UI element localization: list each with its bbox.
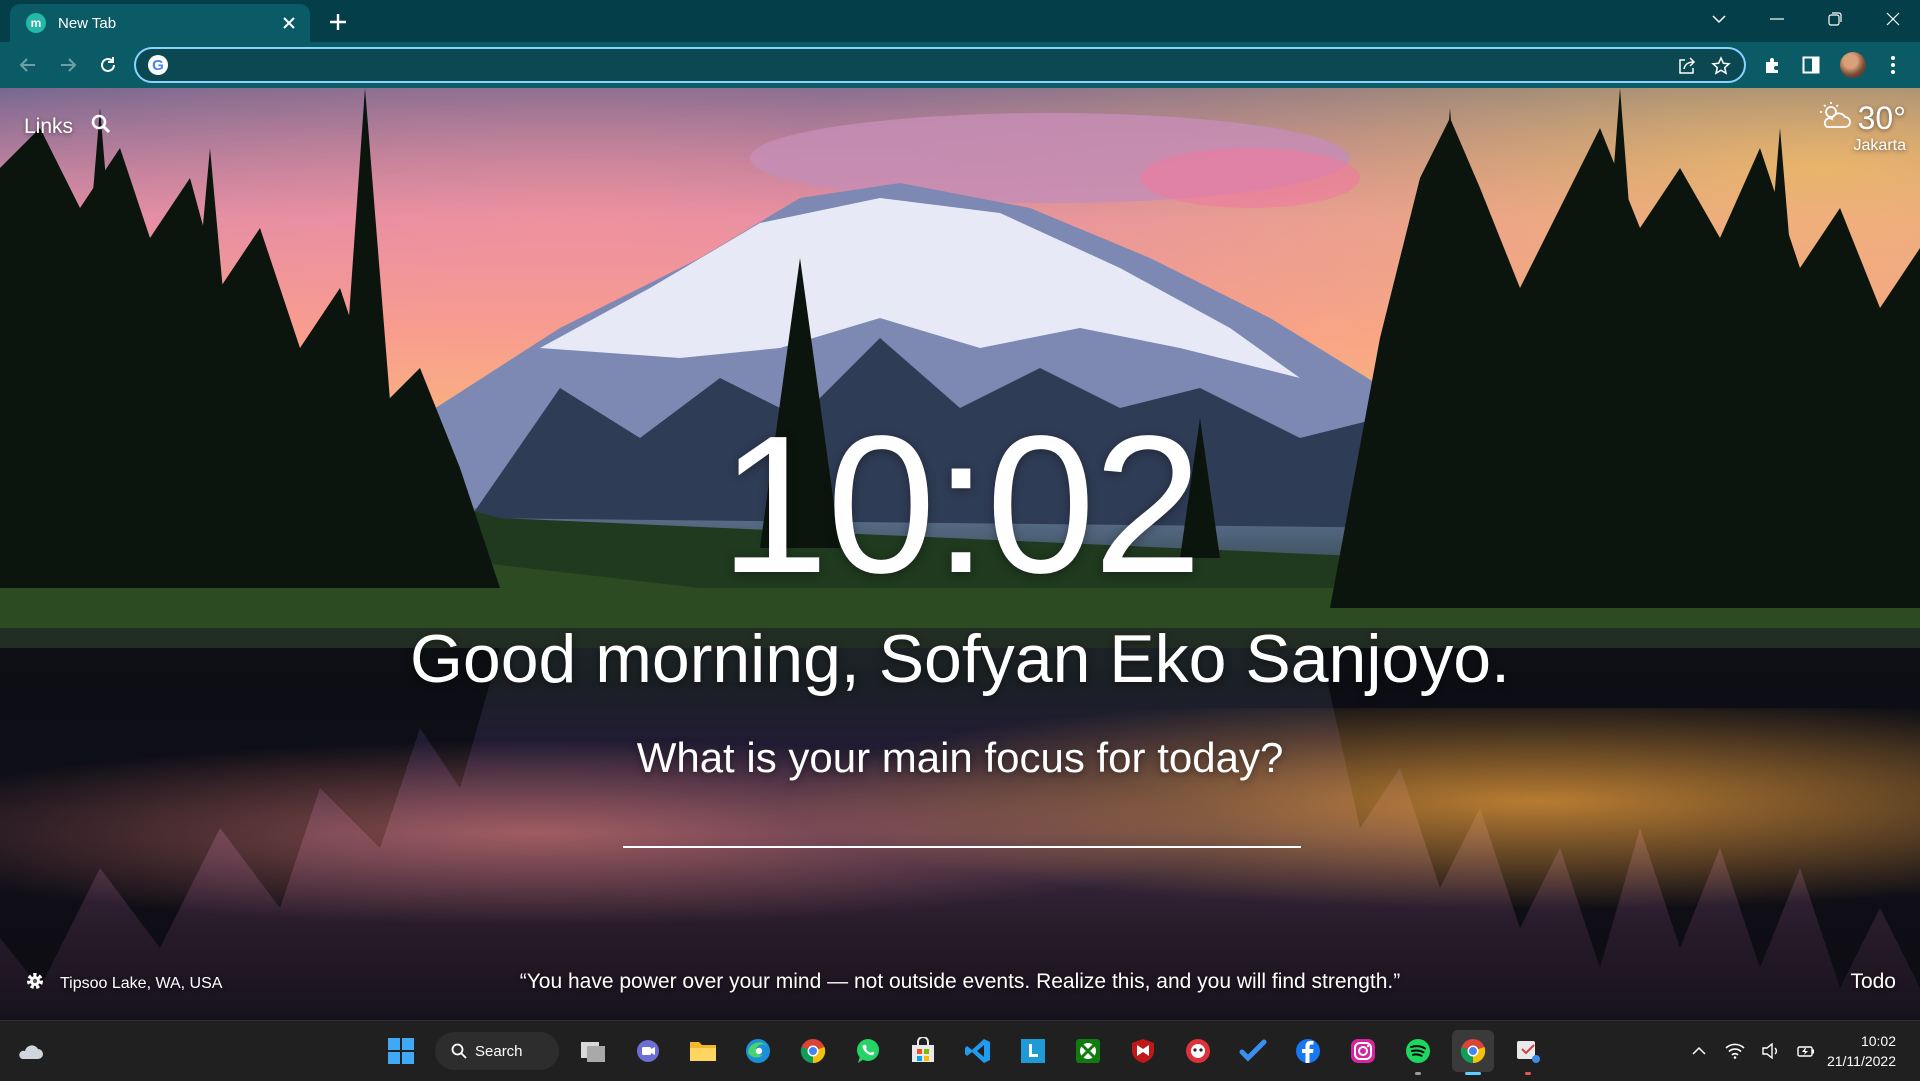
momentum-favicon-icon: m <box>26 13 46 33</box>
address-input[interactable] <box>180 53 1684 79</box>
chrome-icon[interactable] <box>792 1030 834 1072</box>
active-indicator <box>1465 1072 1481 1075</box>
extensions-puzzle-icon[interactable] <box>1758 50 1788 80</box>
spotify-icon[interactable] <box>1397 1030 1439 1075</box>
vs-code-icon[interactable] <box>957 1030 999 1072</box>
weather-widget[interactable]: 30° Jakarta <box>1818 100 1906 155</box>
xbox-icon[interactable] <box>1067 1030 1109 1072</box>
focus-input[interactable] <box>623 786 1301 848</box>
lightroom-l-icon[interactable] <box>1012 1030 1054 1072</box>
start-icon[interactable] <box>380 1030 422 1072</box>
facebook-icon[interactable] <box>1287 1030 1329 1072</box>
menu-kebab-icon[interactable] <box>1878 50 1908 80</box>
profile-avatar-button[interactable] <box>1838 50 1868 80</box>
reload-button[interactable] <box>92 49 124 81</box>
links-button[interactable]: Links <box>24 115 73 139</box>
new-tab-button[interactable] <box>322 6 354 38</box>
todo-button[interactable]: Todo <box>1850 970 1896 994</box>
file-explorer-icon[interactable] <box>682 1030 724 1072</box>
weather-temperature: 30° <box>1857 100 1906 136</box>
taskbar-search-label: Search <box>475 1042 523 1060</box>
chrome-active-icon[interactable] <box>1452 1030 1494 1075</box>
minimize-button[interactable] <box>1748 0 1806 38</box>
mcafee-shield-icon[interactable] <box>1122 1030 1164 1072</box>
taskbar-search-button[interactable]: Search <box>435 1032 559 1070</box>
clock-time: 10:02 <box>719 395 1202 614</box>
close-window-button[interactable] <box>1864 0 1920 38</box>
back-button[interactable] <box>12 49 44 81</box>
running-indicator <box>1525 1072 1531 1075</box>
taskbar-time: 10:02 <box>1860 1033 1896 1049</box>
tab-search-icon[interactable] <box>1690 0 1748 38</box>
microsoft-store-icon[interactable] <box>902 1030 944 1072</box>
microsoft-todo-icon[interactable] <box>1232 1030 1274 1072</box>
restore-button[interactable] <box>1806 0 1864 38</box>
taskbar-clock[interactable]: 10:02 21/11/2022 <box>1827 1031 1896 1071</box>
instagram-icon[interactable] <box>1342 1030 1384 1072</box>
wifi-icon[interactable] <box>1722 1038 1748 1064</box>
greeting-text: Good morning, Sofyan Eko Sanjoyo. <box>410 621 1510 697</box>
browser-toolbar: G <box>0 42 1920 88</box>
focus-question: What is your main focus for today? <box>636 734 1284 781</box>
volume-icon[interactable] <box>1758 1038 1784 1064</box>
side-panel-icon[interactable] <box>1796 50 1826 80</box>
weather-widget-icon[interactable] <box>14 1035 46 1067</box>
tab-title: New Tab <box>58 14 117 32</box>
forward-button[interactable] <box>52 49 84 81</box>
daily-quote[interactable]: “You have power over your mind — not out… <box>0 970 1920 994</box>
tab-close-icon[interactable] <box>274 8 304 38</box>
system-tray <box>1686 1021 1820 1081</box>
google-icon: G <box>148 55 168 75</box>
running-indicator <box>1415 1072 1421 1075</box>
edge-browser-icon[interactable] <box>737 1030 779 1072</box>
teams-chat-icon[interactable] <box>627 1030 669 1072</box>
search-icon[interactable] <box>91 114 111 139</box>
search-icon <box>451 1043 467 1059</box>
bookmark-star-icon[interactable] <box>1710 55 1732 77</box>
whatsapp-icon[interactable] <box>847 1030 889 1072</box>
snipping-tool-icon[interactable] <box>1507 1030 1549 1075</box>
task-view-icon[interactable] <box>572 1030 614 1072</box>
avatar <box>1840 52 1866 78</box>
links-widget: Links <box>24 114 111 139</box>
share-icon[interactable] <box>1676 55 1698 77</box>
partly-cloudy-icon <box>1818 101 1852 136</box>
weather-city: Jakarta <box>1853 137 1906 154</box>
windows-taskbar: Search 10:02 21/11/2022 <box>0 1020 1920 1081</box>
cuphead-game-icon[interactable] <box>1177 1030 1219 1072</box>
taskbar-date: 21/11/2022 <box>1826 1053 1896 1069</box>
tab-new-tab[interactable]: m New Tab <box>10 4 310 42</box>
tab-strip: m New Tab <box>0 0 1920 42</box>
battery-charging-icon[interactable] <box>1794 1038 1820 1064</box>
address-bar[interactable]: G <box>134 47 1746 83</box>
show-hidden-icons-chevron-icon[interactable] <box>1686 1038 1712 1064</box>
